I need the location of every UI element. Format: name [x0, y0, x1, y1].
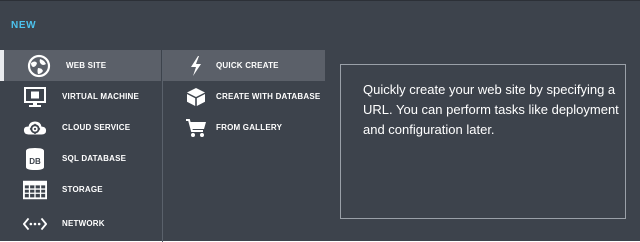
database-icon: DB [23, 147, 47, 171]
category-label: CLOUD SERVICE [62, 123, 131, 132]
option-label: FROM GALLERY [216, 123, 283, 132]
option-label: CREATE WITH DATABASE [216, 92, 321, 101]
description-panel: Quickly create your web site by specifyi… [340, 64, 626, 219]
cart-icon [184, 116, 208, 140]
new-header: NEW [11, 20, 37, 31]
svg-text:DB: DB [29, 157, 41, 166]
monitor-icon [23, 85, 47, 109]
option-from-gallery[interactable]: FROM GALLERY [163, 112, 325, 143]
description-text: Quickly create your web site by specifyi… [363, 82, 619, 137]
category-cloud-service[interactable]: CLOUD SERVICE [0, 112, 161, 143]
cube-icon [184, 85, 208, 109]
category-label: SQL DATABASE [62, 154, 127, 163]
option-list: QUICK CREATE CREATE WITH DATABASE FROM G… [162, 50, 325, 242]
category-network[interactable]: NETWORK [0, 208, 161, 239]
category-label: WEB SITE [66, 61, 107, 70]
category-storage[interactable]: STORAGE [0, 174, 161, 205]
option-label: QUICK CREATE [216, 61, 279, 70]
lightning-icon [184, 54, 208, 78]
category-list: WEB SITE VIRTUAL MACHINE CLOUD SERVICE D… [0, 50, 161, 242]
globe-icon [27, 54, 51, 78]
cloud-gear-icon [23, 116, 47, 140]
category-web-site[interactable]: WEB SITE [0, 50, 161, 81]
category-label: VIRTUAL MACHINE [62, 92, 140, 101]
new-dialog: NEW WEB SITE VIRTUAL MACHINE CLOUD SERVI… [0, 0, 640, 242]
category-virtual-machine[interactable]: VIRTUAL MACHINE [0, 81, 161, 112]
category-label: STORAGE [62, 185, 103, 194]
option-quick-create[interactable]: QUICK CREATE [163, 50, 325, 81]
table-grid-icon [23, 178, 47, 202]
category-sql-database[interactable]: DB SQL DATABASE [0, 143, 161, 174]
category-label: NETWORK [62, 219, 105, 228]
network-icon [23, 212, 47, 236]
option-create-with-database[interactable]: CREATE WITH DATABASE [163, 81, 325, 112]
